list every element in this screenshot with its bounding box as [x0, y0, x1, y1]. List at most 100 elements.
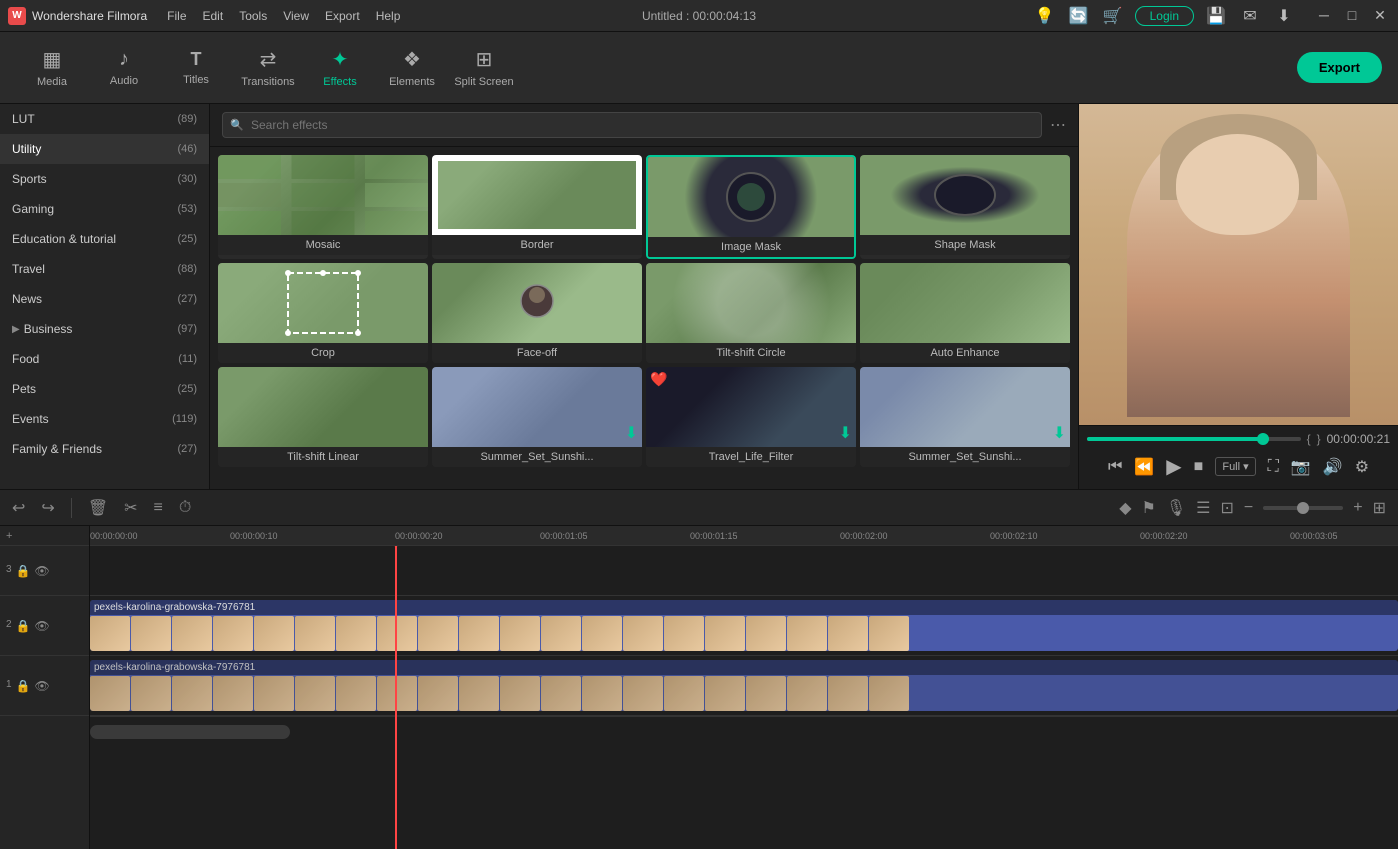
splitscreen-icon: ⊞ — [476, 47, 493, 72]
mail-icon[interactable]: ✉ — [1238, 4, 1262, 28]
snapshot-icon[interactable]: 📷 — [1291, 457, 1311, 477]
zoom-in-button[interactable]: + — [1353, 499, 1362, 517]
audio-adjust-button[interactable]: ≡ — [154, 499, 163, 517]
clip-track2[interactable]: pexels-karolina-grabowska-7976781 — [90, 600, 1398, 651]
subtitle-button[interactable]: ☰ — [1196, 498, 1210, 518]
rewind-button[interactable]: ⏮ — [1108, 458, 1122, 476]
effect-tiltlinear[interactable]: Tilt-shift Linear — [218, 367, 428, 467]
category-family[interactable]: Family & Friends (27) — [0, 434, 209, 464]
menu-bar: File Edit Tools View Export Help — [167, 9, 1032, 23]
menu-view[interactable]: View — [283, 9, 309, 23]
effect-mosaic[interactable]: Mosaic — [218, 155, 428, 259]
category-business[interactable]: ▶ Business (97) — [0, 314, 209, 344]
fullscreen-icon[interactable]: ⛶ — [1268, 458, 1279, 476]
zoom-out-button[interactable]: − — [1244, 499, 1253, 517]
effect-shapemask[interactable]: Shape Mask — [860, 155, 1070, 259]
track-1-eye[interactable]: 👁 — [35, 679, 50, 693]
track-1-num: 1 — [6, 679, 12, 693]
track-3-lock[interactable]: 🔒 — [16, 564, 31, 578]
quality-selector[interactable]: Full ▾ — [1215, 457, 1255, 476]
menu-tools[interactable]: Tools — [239, 9, 267, 23]
splitscreen-tool[interactable]: ⊞ Split Screen — [448, 36, 520, 100]
audio-tool[interactable]: ♪ Audio — [88, 36, 160, 100]
effect-autoenhance[interactable]: Auto Enhance — [860, 263, 1070, 363]
category-news[interactable]: News (27) — [0, 284, 209, 314]
effect-imagemask[interactable]: Image Mask — [646, 155, 856, 259]
effect-summer1-label: Summer_Set_Sunshi... — [432, 447, 642, 467]
settings-icon[interactable]: ⚙ — [1355, 457, 1369, 477]
category-events-label: Events — [12, 412, 172, 426]
category-sports[interactable]: Sports (30) — [0, 164, 209, 194]
effect-summer1[interactable]: ⬇ Summer_Set_Sunshi... — [432, 367, 642, 467]
grid-options-icon[interactable]: ⋯ — [1050, 115, 1066, 135]
play-button[interactable]: ▶ — [1166, 454, 1181, 479]
playhead[interactable] — [395, 546, 397, 849]
effect-border[interactable]: Border — [432, 155, 642, 259]
effect-crop-label: Crop — [218, 343, 428, 363]
track-3-eye[interactable]: 👁 — [35, 564, 50, 578]
export-button[interactable]: Export — [1297, 52, 1382, 83]
redo-button[interactable]: ↪ — [41, 498, 54, 518]
scroll-thumb[interactable] — [90, 725, 290, 739]
keyframe-button[interactable]: ◆ — [1119, 498, 1131, 518]
timeline-right-tools: ◆ ⚑ 🎙 ☰ ⊡ − + ⊞ — [1119, 498, 1386, 518]
track-1-lock[interactable]: 🔒 — [16, 679, 31, 693]
effect-tiltcircle[interactable]: Tilt-shift Circle — [646, 263, 856, 363]
menu-edit[interactable]: Edit — [203, 9, 224, 23]
ruler-mark-7: 00:00:02:20 — [1140, 530, 1188, 541]
category-lut[interactable]: LUT (89) — [0, 104, 209, 134]
add-track-icon[interactable]: + — [6, 530, 12, 542]
category-food[interactable]: Food (11) — [0, 344, 209, 374]
titles-tool[interactable]: T Titles — [160, 36, 232, 100]
audio-icon[interactable]: 🔊 — [1323, 457, 1343, 477]
media-tool[interactable]: ▦ Media — [16, 36, 88, 100]
zoom-slider[interactable] — [1263, 506, 1343, 510]
effect-crop[interactable]: Crop — [218, 263, 428, 363]
pip-button[interactable]: ⊡ — [1221, 498, 1234, 518]
delete-button[interactable]: 🗑 — [88, 498, 108, 518]
minimize-button[interactable]: ─ — [1314, 7, 1334, 24]
effect-faceoff[interactable]: Face-off — [432, 263, 642, 363]
category-travel[interactable]: Travel (88) — [0, 254, 209, 284]
menu-export[interactable]: Export — [325, 9, 360, 23]
maximize-button[interactable]: □ — [1342, 7, 1362, 24]
track-2-eye[interactable]: 👁 — [35, 619, 50, 633]
step-back-button[interactable]: ⏪ — [1134, 457, 1154, 477]
effects-tool[interactable]: ✦ Effects — [304, 36, 376, 100]
transitions-tool[interactable]: ⇄ Transitions — [232, 36, 304, 100]
category-education[interactable]: Education & tutorial (25) — [0, 224, 209, 254]
clip-track1[interactable]: pexels-karolina-grabowska-7976781 — [90, 660, 1398, 711]
save-icon[interactable]: 💾 — [1204, 4, 1228, 28]
category-food-label: Food — [12, 352, 178, 366]
effect-summer2[interactable]: ⬇ Summer_Set_Sunshi... — [860, 367, 1070, 467]
cut-button[interactable]: ✂ — [124, 498, 137, 518]
fit-button[interactable]: ⊞ — [1373, 498, 1386, 518]
cart-icon[interactable]: 🛒 — [1101, 4, 1125, 28]
transitions-label: Transitions — [241, 76, 294, 88]
close-button[interactable]: ✕ — [1370, 7, 1390, 24]
lightbulb-icon[interactable]: 💡 — [1033, 4, 1057, 28]
track-2-lock[interactable]: 🔒 — [16, 619, 31, 633]
progress-bar[interactable] — [1087, 437, 1301, 441]
mic-button[interactable]: 🎙 — [1166, 498, 1186, 518]
effect-travel[interactable]: ❤️ ⬇ Travel_Life_Filter — [646, 367, 856, 467]
download-icon[interactable]: ⬇ — [1272, 4, 1296, 28]
toolbar-separator — [71, 498, 72, 518]
clip-speed-button[interactable]: ⏱ — [179, 499, 191, 517]
thumb-10 — [459, 616, 499, 651]
main-content: LUT (89) Utility (46) Sports (30) Gaming… — [0, 104, 1398, 489]
search-input[interactable] — [222, 112, 1042, 138]
category-events[interactable]: Events (119) — [0, 404, 209, 434]
category-utility[interactable]: Utility (46) — [0, 134, 209, 164]
undo-button[interactable]: ↩ — [12, 498, 25, 518]
elements-tool[interactable]: ❖ Elements — [376, 36, 448, 100]
category-pets[interactable]: Pets (25) — [0, 374, 209, 404]
stop-button[interactable]: ■ — [1194, 458, 1204, 476]
login-button[interactable]: Login — [1135, 6, 1194, 26]
category-gaming[interactable]: Gaming (53) — [0, 194, 209, 224]
effect-mosaic-thumb — [218, 155, 428, 235]
menu-help[interactable]: Help — [376, 9, 401, 23]
refresh-icon[interactable]: 🔄 — [1067, 4, 1091, 28]
marker-button[interactable]: ⚑ — [1142, 498, 1156, 518]
menu-file[interactable]: File — [167, 9, 186, 23]
